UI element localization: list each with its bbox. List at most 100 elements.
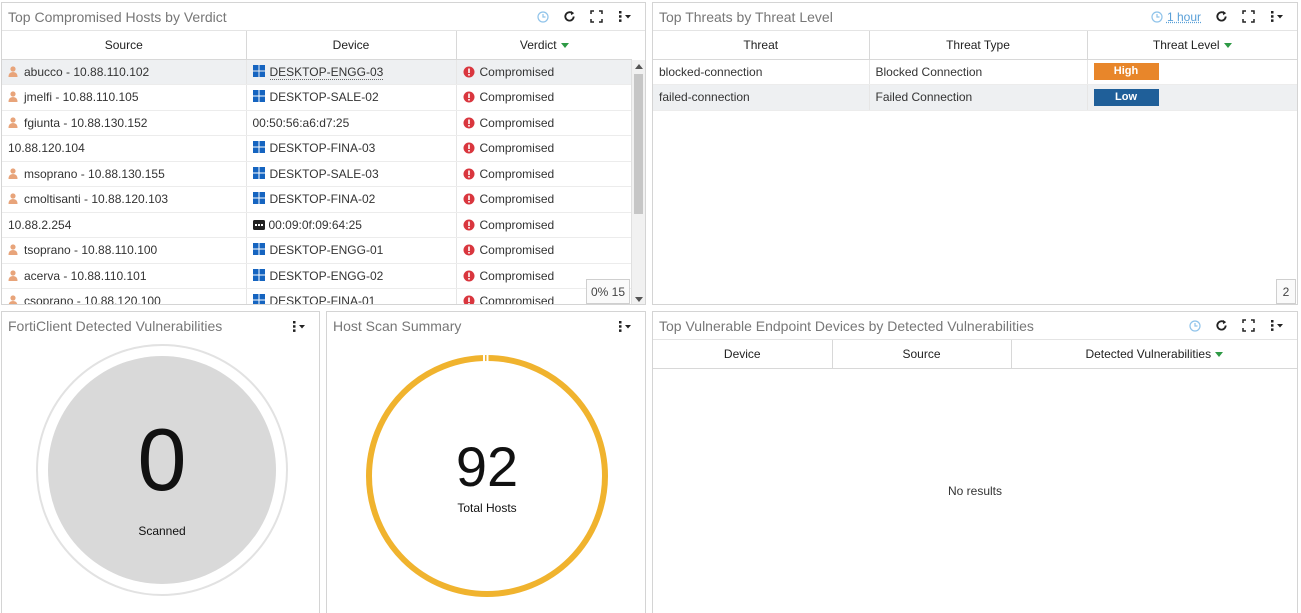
column-header-source[interactable]: Source [2,31,247,60]
column-header-device[interactable]: Device [246,31,457,60]
expand-icon[interactable] [1242,318,1255,334]
scroll-thumb[interactable] [634,74,643,214]
table-row[interactable]: 10.88.120.104 DESKTOP-FINA-03 Compromise… [2,135,632,162]
alert-icon [463,168,474,180]
source-cell: tsoprano - 10.88.110.100 [24,243,158,258]
device-cell[interactable]: DESKTOP-ENGG-03 [269,64,384,80]
device-cell: DESKTOP-ENGG-01 [269,243,384,258]
scroll-down-arrow[interactable] [635,297,643,302]
menu-icon[interactable] [1269,9,1285,25]
table-row[interactable]: jmelfi - 10.88.110.105 DESKTOP-SALE-02 C… [2,84,632,111]
sort-desc-icon [1215,352,1224,358]
clock-icon[interactable] [1189,318,1201,334]
pagination-indicator: 0% 15 [586,279,630,304]
windows-icon [252,294,265,304]
top-threats-widget: Top Threats by Threat Level 1 hour Threa… [652,2,1298,305]
vulnerable-endpoints-table: Device Source Detected Vulnerabilities [653,340,1297,369]
total-hosts-label: Total Hosts [457,501,517,515]
verdict-cell: Compromised [479,192,555,207]
user-icon [8,91,18,103]
expand-icon[interactable] [590,9,603,25]
widget-title: Top Compromised Hosts by Verdict [8,8,227,25]
verdict-cell: Compromised [479,294,555,305]
refresh-icon[interactable] [563,9,576,25]
expand-icon[interactable] [1242,9,1255,25]
time-filter[interactable]: 1 hour [1151,10,1201,24]
source-cell: cmoltisanti - 10.88.120.103 [24,192,169,207]
windows-icon [252,268,265,281]
network-device-icon [252,219,265,230]
column-header-device[interactable]: Device [653,340,833,369]
user-icon [8,193,18,205]
column-header-detected-vulnerabilities[interactable]: Detected Vulnerabilities [1011,340,1297,369]
column-header-threat-type[interactable]: Threat Type [869,31,1088,60]
clock-icon [1151,10,1163,23]
source-cell: 10.88.120.104 [8,141,85,156]
table-row[interactable]: msoprano - 10.88.130.155 DESKTOP-SALE-03… [2,161,632,187]
menu-icon[interactable] [1269,318,1285,334]
device-cell: DESKTOP-ENGG-02 [269,268,384,283]
alert-icon [463,142,474,154]
column-header-verdict[interactable]: Verdict [456,31,632,60]
verdict-cell: Compromised [479,115,555,130]
result-count: 2 [1276,279,1296,304]
table-row[interactable]: acerva - 10.88.110.101 DESKTOP-ENGG-02 C… [2,263,632,289]
alert-icon [463,270,474,282]
user-icon [8,168,18,179]
table-row[interactable]: tsoprano - 10.88.110.100 DESKTOP-ENGG-01… [2,237,632,264]
user-icon [8,295,18,304]
alert-icon [463,117,474,129]
user-icon [8,66,18,77]
total-hosts-count: 92 [455,435,519,498]
widget-header: Top Vulnerable Endpoint Devices by Detec… [653,312,1297,340]
vulnerable-endpoints-widget: Top Vulnerable Endpoint Devices by Detec… [652,311,1298,613]
threats-table: Threat Threat Type Threat Level blocked-… [653,31,1297,111]
threat-level-badge: High [1093,63,1159,81]
widget-header: Top Threats by Threat Level 1 hour [653,3,1297,31]
table-row[interactable]: 10.88.2.254 00:09:0f:09:64:25 Compromise… [2,212,632,238]
sort-desc-icon [1223,43,1232,49]
compromised-hosts-table: Source Device Verdict abucco - 10.88.110… [2,31,632,305]
device-cell: DESKTOP-SALE-03 [269,166,379,181]
table-row[interactable]: blocked-connection Blocked Connection Hi… [653,59,1297,85]
table-row[interactable]: csoprano - 10.88.120.100 DESKTOP-FINA-01… [2,288,632,305]
threat-level-badge: Low [1093,88,1159,106]
host-scan-summary-widget: Host Scan Summary 92 Total Hosts [326,311,646,613]
source-cell: 10.88.2.254 [8,217,72,232]
threat-cell: blocked-connection [653,59,870,85]
device-cell: 00:09:0f:09:64:25 [268,217,362,232]
table-row[interactable]: abucco - 10.88.110.102 DESKTOP-ENGG-03 C… [2,59,632,85]
verdict-cell: Compromised [479,166,555,181]
table-row[interactable]: cmoltisanti - 10.88.120.103 DESKTOP-FINA… [2,186,632,213]
device-cell: 00:50:56:a6:d7:25 [252,115,350,130]
windows-icon [252,141,265,154]
vertical-scrollbar[interactable] [631,60,645,304]
alert-icon [463,193,474,205]
verdict-cell: Compromised [479,141,555,156]
column-header-threat[interactable]: Threat [653,31,870,60]
scanned-count: 0 [137,410,187,509]
source-cell: csoprano - 10.88.120.100 [24,294,161,305]
device-cell: DESKTOP-FINA-02 [269,192,376,207]
windows-icon [252,90,265,103]
sort-desc-icon [560,43,569,49]
menu-icon[interactable] [617,9,633,25]
verdict-cell: Compromised [479,217,555,232]
scanned-label: Scanned [138,524,186,538]
alert-icon [463,295,474,304]
clock-icon[interactable] [537,9,549,25]
column-header-threat-level[interactable]: Threat Level [1087,31,1297,60]
windows-icon [252,64,265,77]
empty-state-message: No results [947,484,1003,498]
refresh-icon[interactable] [1215,318,1228,334]
device-cell: DESKTOP-SALE-02 [269,90,379,105]
device-cell: DESKTOP-FINA-01 [269,294,376,305]
column-header-source[interactable]: Source [832,340,1012,369]
table-row[interactable]: failed-connection Failed Connection Low [653,84,1297,111]
refresh-icon[interactable] [1215,9,1228,25]
scroll-up-arrow[interactable] [635,64,643,69]
user-icon [8,270,18,281]
user-icon [8,244,18,256]
compromised-hosts-widget: Top Compromised Hosts by Verdict Source … [1,2,646,305]
table-row[interactable]: fgiunta - 10.88.130.152 00:50:56:a6:d7:2… [2,110,632,136]
